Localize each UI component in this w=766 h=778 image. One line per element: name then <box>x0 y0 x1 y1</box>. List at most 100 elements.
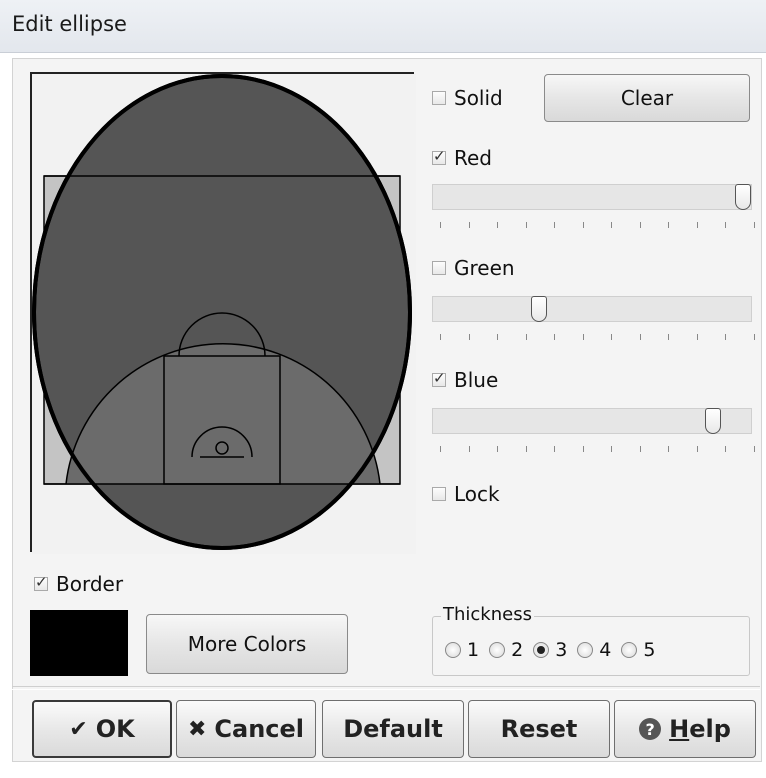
ellipse-preview <box>30 72 416 554</box>
button-row-separator <box>12 686 760 690</box>
thickness-option-5[interactable]: 5 <box>621 639 655 661</box>
default-label: Default <box>343 715 443 743</box>
default-button[interactable]: Default <box>322 700 464 758</box>
slider-tick <box>554 446 555 452</box>
slider-tick <box>468 446 470 452</box>
help-label: Help <box>669 715 731 743</box>
slider-tick <box>725 446 726 452</box>
slider-tick <box>639 222 641 228</box>
slider-tick <box>582 334 584 340</box>
slider-tick <box>497 446 498 452</box>
slider-tick <box>440 334 441 340</box>
thickness-label-3: 3 <box>555 639 568 661</box>
reset-button[interactable]: Reset <box>468 700 610 758</box>
slider-tick <box>440 222 441 228</box>
window-title: Edit ellipse <box>12 12 127 36</box>
ok-button[interactable]: ✔ OK <box>32 700 172 758</box>
border-label: Border <box>56 572 124 596</box>
thickness-radio-4[interactable] <box>577 642 594 658</box>
thickness-radio-5[interactable] <box>621 642 638 658</box>
slider-tick <box>554 222 555 228</box>
slider-tick <box>725 222 726 228</box>
green-checkbox[interactable]: Green <box>432 256 515 280</box>
slider-tick <box>497 222 498 228</box>
red-checkbox[interactable]: Red <box>432 146 492 170</box>
slider-tick <box>668 446 669 452</box>
thickness-label-1: 1 <box>467 639 480 661</box>
slider-tick <box>696 334 698 340</box>
cross-icon: ✖ <box>187 716 207 742</box>
help-icon: ? <box>639 718 662 740</box>
thickness-option-4[interactable]: 4 <box>577 639 611 661</box>
slider-tick <box>753 334 755 340</box>
slider-tick <box>639 446 641 452</box>
thickness-option-3[interactable]: 3 <box>533 639 567 661</box>
slider-tick <box>668 334 669 340</box>
more-colors-button[interactable]: More Colors <box>146 614 348 674</box>
reset-label: Reset <box>500 715 578 743</box>
lock-checkbox-box[interactable] <box>432 487 446 501</box>
clear-button[interactable]: Clear <box>544 74 750 122</box>
slider-tick <box>582 222 584 228</box>
thickness-radio-3[interactable] <box>533 642 550 658</box>
thickness-label-5: 5 <box>643 639 656 661</box>
thickness-legend: Thickness <box>441 604 534 625</box>
slider-tick <box>611 334 612 340</box>
red-checkbox-box[interactable] <box>432 147 446 165</box>
checkmark-icon: ✔ <box>69 716 88 742</box>
blue-slider-thumb[interactable] <box>705 408 721 434</box>
title-bar: Edit ellipse <box>0 0 766 53</box>
solid-label: Solid <box>454 86 503 110</box>
slider-tick <box>611 222 612 228</box>
lock-checkbox[interactable]: Lock <box>432 482 500 506</box>
slider-tick <box>753 222 755 228</box>
preview-canvas <box>32 74 416 554</box>
blue-slider[interactable] <box>432 408 752 434</box>
thickness-group: Thickness 1 2 3 4 5 <box>432 604 750 676</box>
red-slider-thumb[interactable] <box>735 184 751 210</box>
thickness-option-2[interactable]: 2 <box>489 639 523 661</box>
border-checkbox[interactable]: Border <box>34 572 123 596</box>
slider-tick <box>468 222 470 228</box>
lock-label: Lock <box>454 482 500 506</box>
green-slider[interactable] <box>432 296 752 322</box>
green-slider-ticks <box>432 334 755 342</box>
green-checkbox-box[interactable] <box>432 261 446 275</box>
slider-tick <box>582 446 584 452</box>
green-slider-thumb[interactable] <box>531 296 547 322</box>
thickness-label-2: 2 <box>511 639 524 661</box>
red-label: Red <box>454 146 492 170</box>
blue-label: Blue <box>454 368 499 392</box>
solid-checkbox[interactable]: Solid <box>432 86 503 110</box>
solid-checkbox-box[interactable] <box>432 91 446 105</box>
slider-tick <box>696 446 698 452</box>
thickness-label-4: 4 <box>599 639 612 661</box>
thickness-radio-2[interactable] <box>489 642 506 658</box>
thickness-radio-1[interactable] <box>445 642 461 658</box>
slider-tick <box>753 446 755 452</box>
red-slider-ticks <box>432 222 755 230</box>
slider-tick <box>668 222 669 228</box>
blue-slider-ticks <box>432 446 755 454</box>
slider-tick <box>696 222 698 228</box>
slider-tick <box>525 222 527 228</box>
slider-tick <box>497 334 498 340</box>
slider-tick <box>525 446 527 452</box>
thickness-option-1[interactable]: 1 <box>445 639 479 661</box>
slider-tick <box>554 334 555 340</box>
thickness-radios: 1 2 3 4 5 <box>445 639 655 661</box>
slider-tick <box>468 334 470 340</box>
border-checkbox-box[interactable] <box>34 573 48 591</box>
color-swatch[interactable] <box>30 610 128 676</box>
slider-tick <box>725 334 726 340</box>
blue-checkbox-box[interactable] <box>432 369 446 387</box>
slider-tick <box>525 334 527 340</box>
green-label: Green <box>454 256 515 280</box>
slider-tick <box>639 334 641 340</box>
ok-label: OK <box>95 715 135 743</box>
slider-tick <box>611 446 612 452</box>
cancel-button[interactable]: ✖ Cancel <box>176 700 316 758</box>
help-button[interactable]: ? Help <box>614 700 756 758</box>
red-slider[interactable] <box>432 184 752 210</box>
blue-checkbox[interactable]: Blue <box>432 368 498 392</box>
